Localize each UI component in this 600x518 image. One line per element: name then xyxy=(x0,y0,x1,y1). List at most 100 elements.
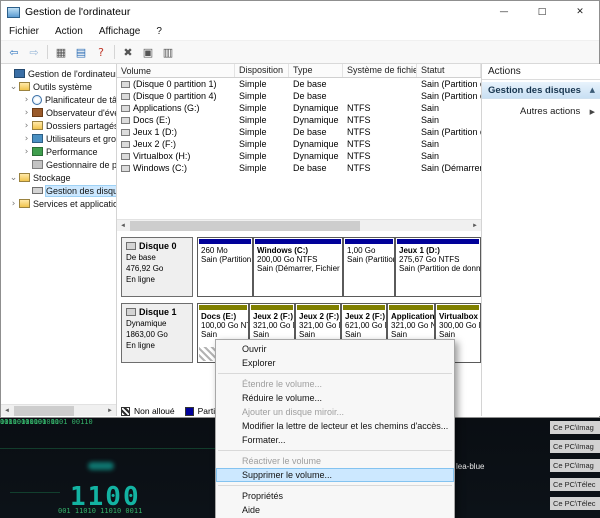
tree-item-label: Services et applications xyxy=(33,199,116,209)
menu-item-ouvrir[interactable]: Ouvrir xyxy=(216,342,454,356)
partition-color-bar xyxy=(199,305,247,310)
menubar: Fichier Action Affichage ? xyxy=(1,23,599,41)
tree-item-shared-folders[interactable]: › Dossiers partagés xyxy=(1,119,116,132)
close-button[interactable]: ✕ xyxy=(561,1,599,23)
tree-horizontal-scrollbar[interactable]: ◄ ► xyxy=(1,404,116,416)
menu-item-modifier-lettre[interactable]: Modifier la lettre de lecteur et les che… xyxy=(216,419,454,433)
window-title: Gestion de l'ordinateur xyxy=(25,6,130,18)
scroll-left-icon[interactable]: ◄ xyxy=(117,220,129,232)
background-file-path: Ce PC\Imag xyxy=(550,421,600,434)
chevron-right-icon[interactable]: › xyxy=(9,199,18,209)
help-icon[interactable]: ? xyxy=(92,44,110,61)
partition-windows-c[interactable]: Windows (C:) 200,00 Go NTFS Sain (Démarr… xyxy=(253,237,343,297)
forward-icon[interactable]: ⇨ xyxy=(25,44,43,61)
menu-action[interactable]: Action xyxy=(47,26,91,37)
menu-item-supprimer-volume[interactable]: Supprimer le volume... xyxy=(216,468,454,482)
menu-separator xyxy=(218,485,452,486)
minimize-button[interactable]: — xyxy=(485,1,523,23)
tree-item-services-applications[interactable]: › Services et applications xyxy=(1,197,116,210)
disk-kind: De base xyxy=(126,253,189,262)
delete-volume-icon[interactable]: ✖ xyxy=(119,44,137,61)
scroll-right-icon[interactable]: ► xyxy=(104,405,116,416)
tree-item-storage[interactable]: ⌄ Stockage xyxy=(1,171,116,184)
volume-name: Applications (G:) xyxy=(133,102,200,114)
volume-icon xyxy=(121,165,130,172)
disk-name: Disque 0 xyxy=(139,241,177,251)
chevron-right-icon[interactable]: › xyxy=(22,147,31,157)
disk-0-info[interactable]: Disque 0 De base 476,92 Go En ligne xyxy=(121,237,193,297)
chevron-right-icon[interactable]: › xyxy=(22,121,31,131)
maximize-button[interactable]: □ xyxy=(523,1,561,23)
tree-item-disk-management[interactable]: Gestion des disques xyxy=(1,184,116,197)
tree-item-performance[interactable]: › Performance xyxy=(1,145,116,158)
menu-item-proprietes[interactable]: Propriétés xyxy=(216,489,454,503)
tree-item-event-viewer[interactable]: › Observateur d'événements xyxy=(1,106,116,119)
legend-unallocated: Non alloué xyxy=(121,406,175,416)
disk-1-info[interactable]: Disque 1 Dynamique 1863,00 Go En ligne xyxy=(121,303,193,363)
table-row[interactable]: Jeux 2 (F:) Simple Dynamique NTFS Sain xyxy=(117,138,481,150)
chevron-right-icon[interactable]: › xyxy=(22,108,31,118)
partition-jeux1-d[interactable]: Jeux 1 (D:) 275,67 Go NTFS Sain (Partiti… xyxy=(395,237,481,297)
tree-item-device-manager[interactable]: Gestionnaire de périphériques xyxy=(1,158,116,171)
tree-item-system-tools[interactable]: ⌄ Outils système xyxy=(1,80,116,93)
titlebar[interactable]: Gestion de l'ordinateur — □ ✕ xyxy=(1,1,599,23)
partition-efi[interactable]: 260 Mo Sain (Partition du système EFI) xyxy=(197,237,253,297)
volume-list-horizontal-scrollbar[interactable]: ◄ ► xyxy=(117,219,481,231)
submenu-arrow-icon: ▶ xyxy=(590,108,600,116)
cell-type: De base xyxy=(289,162,343,174)
scroll-right-icon[interactable]: ► xyxy=(469,220,481,232)
partition-size: 621,00 Go NTFS xyxy=(345,321,386,330)
column-header-disposition[interactable]: Disposition xyxy=(235,64,289,77)
table-row[interactable]: Virtualbox (H:) Simple Dynamique NTFS Sa… xyxy=(117,150,481,162)
tree-item-task-scheduler[interactable]: › Planificateur de tâches xyxy=(1,93,116,106)
disk-tool-icon[interactable]: ▥ xyxy=(159,44,177,61)
table-row[interactable]: Jeux 1 (D:) Simple De base NTFS Sain (Pa… xyxy=(117,126,481,138)
table-row[interactable]: (Disque 0 partition 4) Simple De base Sa… xyxy=(117,90,481,102)
partition-name: Windows (C:) xyxy=(257,246,342,255)
console-tree-icon[interactable]: ▦ xyxy=(52,44,70,61)
cell-disposition: Simple xyxy=(235,114,289,126)
column-header-type[interactable]: Type xyxy=(289,64,343,77)
chevron-right-icon[interactable]: › xyxy=(22,134,31,144)
tree-item-label: Gestion des disques xyxy=(46,186,116,196)
cell-disposition: Simple xyxy=(235,90,289,102)
partition-size: 321,00 Go NTFS xyxy=(391,321,434,330)
collapse-icon[interactable]: ▲ xyxy=(590,86,600,94)
chevron-down-icon[interactable]: ⌄ xyxy=(9,173,18,183)
tree-item-local-users-groups[interactable]: › Utilisateurs et groupes locaux xyxy=(1,132,116,145)
table-row[interactable]: Windows (C:) Simple De base NTFS Sain (D… xyxy=(117,162,481,174)
column-header-status[interactable]: Statut xyxy=(417,64,481,77)
menu-affichage[interactable]: Affichage xyxy=(91,26,149,37)
menu-item-explorer[interactable]: Explorer xyxy=(216,356,454,370)
views-icon[interactable]: ▣ xyxy=(139,44,157,61)
export-list-icon[interactable]: ▤ xyxy=(72,44,90,61)
partition-status: Sain xyxy=(345,330,386,339)
menu-help[interactable]: ? xyxy=(148,26,170,37)
tree-item-computer-management[interactable]: Gestion de l'ordinateur (local) xyxy=(1,67,116,80)
tree-item-label: Dossiers partagés xyxy=(46,121,116,131)
scrollbar-thumb[interactable] xyxy=(14,406,74,416)
back-icon[interactable]: ⇦ xyxy=(5,44,23,61)
scrollbar-thumb[interactable] xyxy=(130,221,360,231)
menu-item-reduire-volume[interactable]: Réduire le volume... xyxy=(216,391,454,405)
disk-size: 476,92 Go xyxy=(126,264,189,273)
table-row[interactable]: Applications (G:) Simple Dynamique NTFS … xyxy=(117,102,481,114)
chevron-right-icon[interactable]: › xyxy=(22,95,31,105)
actions-more-actions[interactable]: Autres actions ▶ xyxy=(482,104,600,119)
actions-disk-management[interactable]: Gestion des disques ▲ xyxy=(482,82,600,99)
tree-item-label: Stockage xyxy=(33,173,71,183)
scroll-left-icon[interactable]: ◄ xyxy=(1,405,13,416)
menu-fichier[interactable]: Fichier xyxy=(1,26,47,37)
column-header-volume[interactable]: Volume xyxy=(117,64,235,77)
circuit-line xyxy=(0,448,220,449)
menu-item-formater[interactable]: Formater... xyxy=(216,433,454,447)
table-row[interactable]: Docs (E:) Simple Dynamique NTFS Sain xyxy=(117,114,481,126)
column-header-filesystem[interactable]: Système de fichiers xyxy=(343,64,417,77)
console-tree-pane: Gestion de l'ordinateur (local) ⌄ Outils… xyxy=(1,64,117,416)
partition-recovery[interactable]: 1,00 Go Sain (Partition de récupération) xyxy=(343,237,395,297)
chevron-down-icon[interactable]: ⌄ xyxy=(9,82,18,92)
table-row[interactable]: (Disque 0 partition 1) Simple De base Sa… xyxy=(117,78,481,90)
cell-type: Dynamique xyxy=(289,114,343,126)
actions-pane: Actions Gestion des disques ▲ Autres act… xyxy=(481,64,600,416)
menu-item-aide[interactable]: Aide xyxy=(216,503,454,517)
